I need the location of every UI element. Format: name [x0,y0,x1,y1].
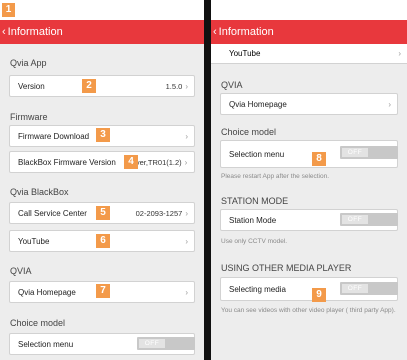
annotation-badge-5: 5 [96,206,110,220]
call-service-center-value: 02-2093-1257 [135,208,183,218]
toggle-off-label: OFF [342,284,368,293]
blackbox-firmware-version-label: BlackBox Firmware Version [18,157,116,167]
selecting-media-toggle[interactable]: OFF [340,282,398,295]
qvia-homepage-row[interactable]: Qvia Homepage › [220,93,398,115]
chevron-right-icon: › [185,287,188,297]
annotation-badge-7: 7 [96,284,110,298]
selection-menu-label: Selection menu [18,339,74,349]
chevron-right-icon: › [398,49,401,58]
annotation-badge-3: 3 [96,128,110,142]
toggle-off-label: OFF [342,148,368,157]
header-title: Information [7,26,63,38]
selection-menu-toggle[interactable]: OFF [340,146,398,159]
version-label: Version [18,81,45,91]
youtube-label: YouTube [18,236,50,246]
annotation-badge-6: 6 [96,234,110,248]
blackbox-firmware-version-value: ver,TR01(1.2) [135,157,182,167]
chevron-right-icon: › [185,81,188,91]
section-firmware: Firmware [10,112,48,122]
call-service-center-label: Call Service Center [18,208,87,218]
station-mode-toggle[interactable]: OFF [340,213,398,226]
cctv-note: Use only CCTV model. [221,238,288,245]
section-qvia-blackbox: Qvia BlackBox [10,187,69,197]
status-strip [0,0,204,20]
status-strip [211,0,407,20]
section-qvia: QVIA [221,80,243,90]
annotation-badge-1: 1 [2,3,15,17]
right-screen: ‹ Information YouTube › QVIA Qvia Homepa… [208,0,407,360]
section-using-other-media-player: USING OTHER MEDIA PLAYER [221,263,352,273]
chevron-left-icon[interactable]: ‹ [213,26,217,38]
section-qvia-app: Qvia App [10,58,47,68]
chevron-right-icon: › [184,157,188,167]
chevron-right-icon: › [388,99,391,109]
app-header: ‹ Information [211,20,407,44]
selecting-media-label: Selecting media [229,284,286,294]
annotation-badge-4: 4 [124,155,138,169]
blackbox-firmware-version-row[interactable]: BlackBox Firmware Version ver,TR01(1.2) … [9,151,195,173]
selection-menu-toggle[interactable]: OFF [137,337,195,350]
app-header: ‹ Information [0,20,204,44]
station-mode-label: Station Mode [229,215,277,225]
youtube-row[interactable]: YouTube › [211,44,407,64]
toggle-off-label: OFF [139,339,165,348]
annotation-badge-9: 9 [312,288,326,302]
chevron-right-icon: › [185,131,188,141]
section-choice-model: Choice model [221,127,277,137]
youtube-label: YouTube [229,49,261,58]
qvia-homepage-label: Qvia Homepage [18,287,76,297]
chevron-right-icon: › [185,208,188,218]
section-choice-model: Choice model [10,318,66,328]
restart-note: Please restart App after the selection. [221,173,330,180]
other-player-note: You can see videos with other video play… [221,307,396,314]
firmware-download-label: Firmware Download [18,131,90,141]
left-screen: 1 ‹ Information Qvia App Version 1.5.0 ›… [0,0,204,360]
section-qvia: QVIA [10,266,32,276]
qvia-homepage-label: Qvia Homepage [229,99,287,109]
chevron-right-icon: › [185,236,188,246]
chevron-left-icon[interactable]: ‹ [2,26,6,38]
version-row[interactable]: Version 1.5.0 › [9,75,195,97]
version-value: 1.5.0 [165,81,183,91]
annotation-badge-2: 2 [82,79,96,93]
toggle-off-label: OFF [342,215,368,224]
selection-menu-label: Selection menu [229,149,285,159]
section-station-mode: STATION MODE [221,196,289,206]
header-title: Information [218,26,274,38]
annotation-badge-8: 8 [312,152,326,166]
